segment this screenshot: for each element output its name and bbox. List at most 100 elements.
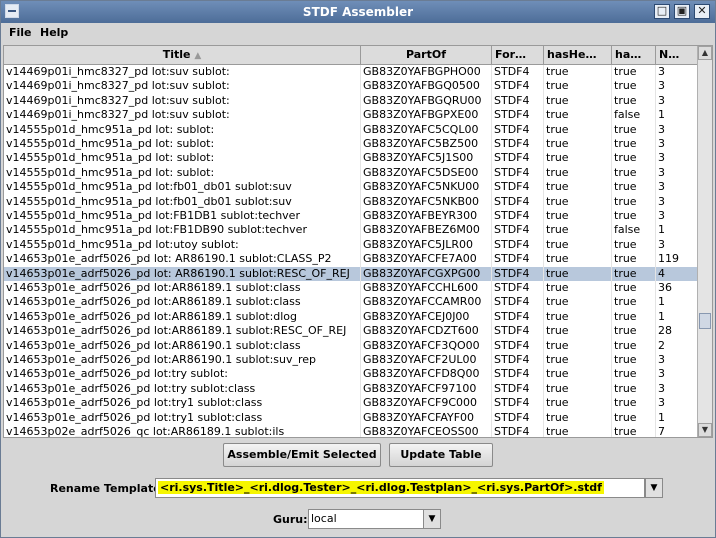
cell-n: 3 [656,65,698,80]
cell-format: STDF4 [492,410,544,425]
menu-help[interactable]: Help [40,26,68,39]
cell-format: STDF4 [492,108,544,123]
table-row[interactable]: v14653p01e_adrf5026_pd lot: AR86190.1 su… [4,252,698,267]
table-row[interactable]: v14555p01d_hmc951a_pd lot:fb01_db01 subl… [4,180,698,195]
column-header-hasheader[interactable]: hasHe… [544,46,612,64]
rename-template-field[interactable]: <ri.sys.Title>_<ri.dlog.Tester>_<ri.dlog… [155,478,645,498]
column-header-format[interactable]: For… [492,46,544,64]
column-header-partof[interactable]: PartOf [361,46,492,64]
cell-format: STDF4 [492,223,544,238]
scroll-thumb[interactable] [699,313,711,329]
cell-n: 7 [656,425,698,437]
cell-title: v14653p01e_adrf5026_pd lot:AR86189.1 sub… [4,324,361,339]
table-row[interactable]: v14469p01i_hmc8327_pd lot:suv sublot: GB8… [4,93,698,109]
table-row[interactable]: v14653p01e_adrf5026_pd lot:AR86190.1 sub… [4,353,698,368]
cell-partof: GB83Z0YAFCEOSS00 [361,425,492,437]
column-header-title[interactable]: Title ▲ [4,46,361,64]
cell-format: STDF4 [492,252,544,267]
table-row[interactable]: v14555p01d_hmc951a_pd lot: sublot: GB83Z0… [4,137,698,152]
cell-hasheader: true [544,165,612,181]
guru-dropdown-chevron-down-icon[interactable]: ▼ [423,509,441,529]
vertical-scrollbar[interactable]: ▲ ▼ [697,46,712,437]
table-row[interactable]: v14555p01d_hmc951a_pd lot: sublot: GB83Z0… [4,151,698,166]
cell-hasheader: true [544,266,612,281]
table-row[interactable]: v14469p01i_hmc8327_pd lot:suv sublot: GB8… [4,79,698,94]
cell-format: STDF4 [492,151,544,166]
column-header-ha[interactable]: ha… [612,46,656,64]
cell-n: 1 [656,295,698,310]
cell-partof: GB83Z0YAFBEZ6M00 [361,223,492,238]
table-row[interactable]: v14469p01i_hmc8327_pd lot:suv sublot: GB8… [4,108,698,123]
cell-partof: GB83Z0YAFCF2UL00 [361,353,492,368]
cell-n: 3 [656,194,698,209]
table-row[interactable]: v14653p01e_adrf5026_pd lot:try sublot:cl… [4,381,698,397]
rename-dropdown-chevron-down-icon[interactable]: ▼ [645,478,663,498]
table-row[interactable]: v14653p01e_adrf5026_pd lot:AR86189.1 sub… [4,295,698,310]
menu-file[interactable]: File [9,26,32,39]
cell-hasheader: true [544,209,612,224]
table-row[interactable]: v14555p01d_hmc951a_pd lot:utoy sublot: GB… [4,237,698,253]
table-row[interactable]: v14653p01e_adrf5026_pd lot:try sublot: GB… [4,367,698,382]
cell-hasheader: true [544,324,612,339]
cell-ha: true [612,237,656,253]
table-row[interactable]: v14555p01d_hmc951a_pd lot:FB1DB1 sublot:… [4,209,698,224]
cell-partof: GB83Z0YAFC5J1S00 [361,151,492,166]
cell-n: 1 [656,108,698,123]
cell-partof: GB83Z0YAFCEJ0J00 [361,309,492,325]
cell-partof: GB83Z0YAFBGQRU00 [361,93,492,109]
update-table-button[interactable]: Update Table [389,443,493,467]
guru-select[interactable]: local [308,509,424,529]
table-row[interactable]: v14555p01d_hmc951a_pd lot:FB1DB90 sublot… [4,223,698,238]
cell-ha: true [612,309,656,325]
cell-ha: true [612,137,656,152]
cell-n: 1 [656,309,698,325]
table-row[interactable]: v14653p02e_adrf5026_qc lot:AR86189.1 sub… [4,425,698,437]
scroll-down-icon[interactable]: ▼ [698,423,712,437]
table-row[interactable]: v14653p01e_adrf5026_pd lot:AR86189.1 sub… [4,309,698,325]
cell-hasheader: true [544,353,612,368]
cell-title: v14653p01e_adrf5026_pd lot:AR86189.1 sub… [4,295,361,310]
cell-format: STDF4 [492,281,544,296]
cell-format: STDF4 [492,194,544,209]
table-row[interactable]: v14653p01e_adrf5026_pd lot:AR86190.1 sub… [4,338,698,353]
cell-hasheader: true [544,180,612,195]
table-row[interactable]: v14469p01i_hmc8327_pd lot:suv sublot: GB8… [4,65,698,80]
cell-ha: true [612,79,656,94]
maximize-icon[interactable]: ▣ [674,4,690,19]
cell-ha: true [612,281,656,296]
cell-title: v14555p01d_hmc951a_pd lot:fb01_db01 subl… [4,194,361,209]
cell-ha: false [612,108,656,123]
cell-format: STDF4 [492,396,544,411]
close-icon[interactable]: ✕ [694,4,710,19]
table-row[interactable]: v14653p01e_adrf5026_pd lot:try1 sublot:c… [4,396,698,411]
table-row[interactable]: v14555p01d_hmc951a_pd lot: sublot: GB83Z0… [4,165,698,181]
cell-ha: true [612,324,656,339]
cell-n: 3 [656,396,698,411]
cell-hasheader: true [544,281,612,296]
cell-title: v14469p01i_hmc8327_pd lot:suv sublot: [4,108,361,123]
column-header-n[interactable]: N… [656,46,698,64]
cell-hasheader: true [544,151,612,166]
cell-format: STDF4 [492,137,544,152]
table-row[interactable]: v14555p01d_hmc951a_pd lot: sublot: GB83Z0… [4,122,698,137]
scroll-up-icon[interactable]: ▲ [698,46,712,60]
cell-n: 3 [656,353,698,368]
cell-format: STDF4 [492,295,544,310]
cell-title: v14555p01d_hmc951a_pd lot: sublot: [4,151,361,166]
title-bar[interactable]: STDF Assembler □ ▣ ✕ [1,1,715,23]
minimize-icon[interactable]: □ [654,4,670,19]
cell-hasheader: true [544,367,612,382]
cell-hasheader: true [544,295,612,310]
cell-format: STDF4 [492,266,544,281]
cell-title: v14555p01d_hmc951a_pd lot:utoy sublot: [4,237,361,253]
table-row[interactable]: v14653p01e_adrf5026_pd lot: AR86190.1 su… [4,266,698,281]
table-row[interactable]: v14653p01e_adrf5026_pd lot:try1 sublot:c… [4,410,698,425]
assemble-emit-button[interactable]: Assemble/Emit Selected [223,443,381,467]
cell-format: STDF4 [492,425,544,437]
table-row[interactable]: v14555p01d_hmc951a_pd lot:fb01_db01 subl… [4,194,698,209]
table-row[interactable]: v14653p01e_adrf5026_pd lot:AR86189.1 sub… [4,324,698,339]
cell-partof: GB83Z0YAFC5JLR00 [361,237,492,253]
rename-template-label: Rename Template: [50,482,166,495]
table-row[interactable]: v14653p01e_adrf5026_pd lot:AR86189.1 sub… [4,281,698,296]
cell-n: 3 [656,165,698,181]
